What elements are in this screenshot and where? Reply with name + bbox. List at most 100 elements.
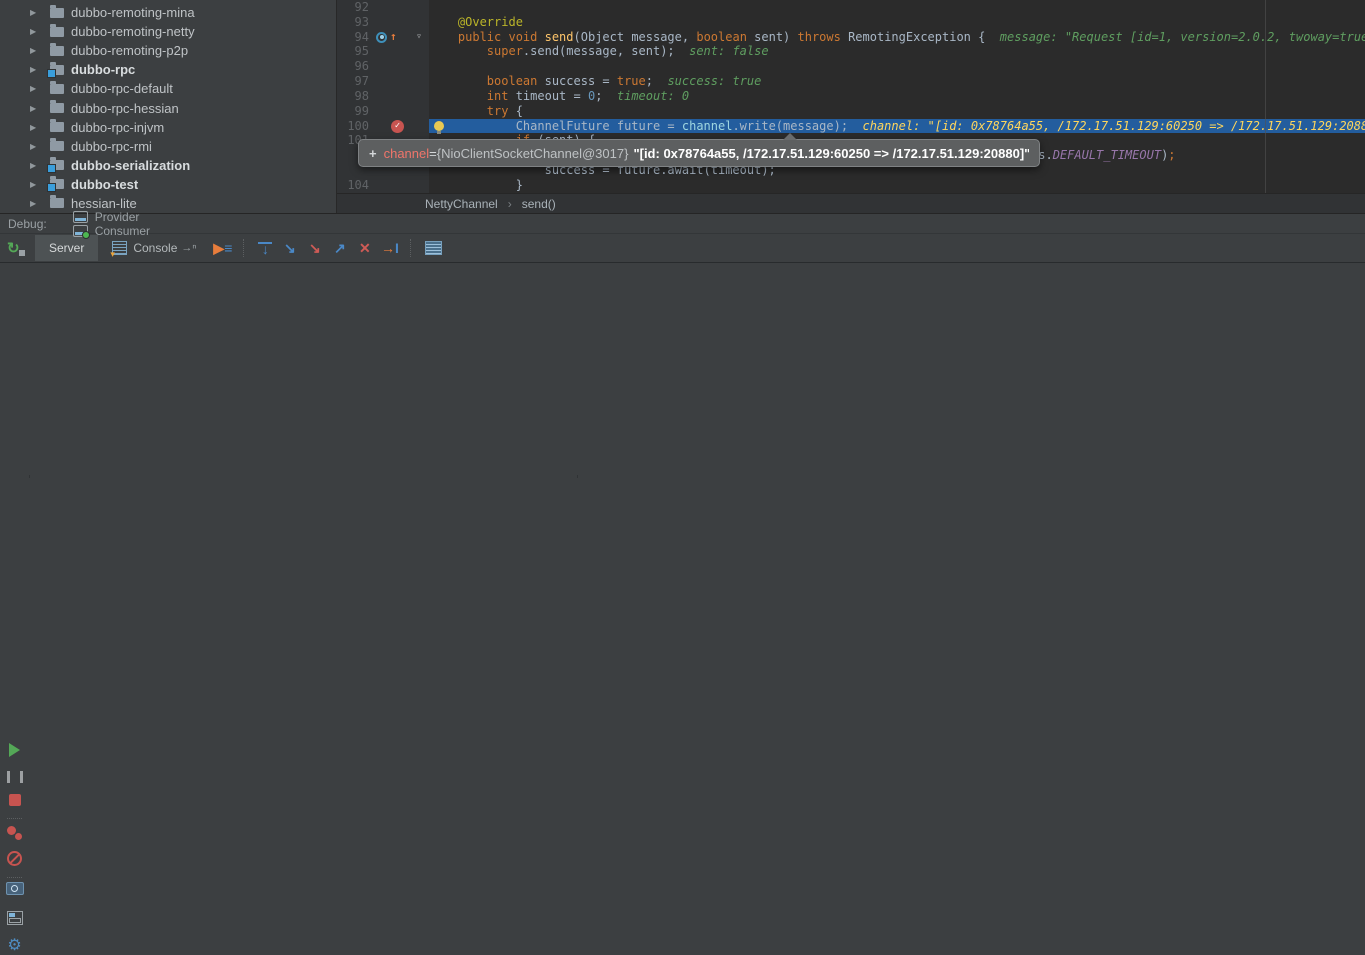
step-over-icon[interactable]: ↓ [258, 242, 272, 255]
module-folder-icon [50, 160, 64, 170]
module-badge [47, 69, 56, 78]
expand-plus-icon[interactable]: + [369, 146, 377, 161]
step-out-icon[interactable]: ↗ [327, 240, 352, 257]
view-breakpoints-icon[interactable] [0, 826, 29, 840]
restore-layout-icon[interactable] [0, 911, 29, 925]
chevron-right-icon[interactable]: ▶ [30, 65, 40, 74]
chevron-right-icon[interactable]: ▶ [30, 180, 40, 189]
mute-breakpoints-icon[interactable] [0, 851, 29, 866]
tab-server[interactable]: Server [35, 235, 98, 261]
tree-item-dubbo-rpc-default[interactable]: ▶dubbo-rpc-default [0, 79, 336, 98]
module-folder-icon [50, 65, 64, 75]
code-text: try { [429, 104, 1365, 119]
stop-icon[interactable] [0, 794, 29, 806]
force-step-into-icon[interactable]: ↘ [302, 240, 327, 257]
breakpoint-icon[interactable]: ✓ [391, 120, 404, 133]
chevron-right-icon[interactable]: ▶ [30, 161, 40, 170]
tree-item-label: dubbo-rpc-injvm [71, 120, 164, 135]
thread-dump-icon[interactable] [0, 882, 29, 895]
line-number: 100 [337, 119, 369, 134]
tree-item-dubbo-rpc-hessian[interactable]: ▶ dubbo-rpc-hessian [0, 98, 336, 117]
run-to-cursor-icon[interactable]: →I [377, 240, 402, 256]
running-badge [82, 231, 90, 239]
drop-frame-icon[interactable]: ✕ [352, 240, 377, 257]
tooltip-variable-name: channel [384, 146, 430, 161]
tooltip-equals: = [429, 146, 437, 161]
module-badge [47, 183, 56, 192]
editor-gutter: 97 [337, 74, 429, 89]
tree-item-label: dubbo-test [71, 177, 138, 192]
debugger-value-tooltip[interactable]: + channel = {NioClientSocketChannel@3017… [358, 139, 1040, 167]
evaluate-expression-icon[interactable] [425, 241, 442, 255]
editor-gutter: 104 [337, 178, 429, 193]
ide-window: { "project_tree": { "items": [ {"label":… [0, 0, 1365, 478]
chevron-right-icon[interactable]: ▶ [30, 27, 40, 36]
chevron-right-icon[interactable]: ▶ [30, 84, 40, 93]
fold-marker-icon[interactable]: ▿ [416, 30, 422, 45]
code-line-104[interactable]: 104 } [337, 178, 1365, 193]
session-tab-provider[interactable]: Provider [73, 210, 150, 224]
chevron-right-icon[interactable]: ▶ [30, 46, 40, 55]
code-line-96[interactable]: 96 [337, 59, 1365, 74]
tree-item-dubbo-remoting-p2p[interactable]: ▶ dubbo-remoting-p2p [0, 41, 336, 60]
editor-gutter: 95 [337, 44, 429, 59]
tree-item-label: dubbo-remoting-netty [71, 24, 195, 39]
tab-console[interactable]: Console →ⁿ [98, 235, 210, 261]
tree-item-dubbo-rpc-rmi[interactable]: ▶dubbo-rpc-rmi [0, 137, 336, 156]
chevron-right-icon[interactable]: ▶ [30, 8, 40, 17]
line-number: 93 [337, 15, 369, 30]
code-line-98[interactable]: 98 int timeout = 0; timeout: 0 [337, 89, 1365, 104]
breadcrumb: NettyChannel › send() [337, 193, 1365, 213]
folder-icon [50, 141, 64, 151]
settings-icon[interactable]: ⚙ [0, 935, 29, 955]
chevron-right-icon[interactable]: ▶ [30, 142, 40, 151]
debug-session-tabs: ProviderConsumer [47, 210, 150, 238]
code-text: public void send(Object message, boolean… [429, 30, 1365, 45]
tree-item-dubbo-remoting-netty[interactable]: ▶ dubbo-remoting-netty [0, 22, 336, 41]
pause-icon[interactable] [0, 771, 29, 783]
line-number: 104 [337, 178, 369, 193]
code-text: super.send(message, sent); sent: false [429, 44, 1365, 59]
resume-icon[interactable] [0, 743, 29, 757]
editor-gutter: 96 [337, 59, 429, 74]
code-line-97[interactable]: 97 boolean success = true; success: true [337, 74, 1365, 89]
separator [243, 239, 245, 257]
code-line-100[interactable]: 100✓ ChannelFuture future = channel.writ… [337, 119, 1365, 134]
tree-item-label: dubbo-rpc-hessian [71, 101, 179, 116]
code-line-95[interactable]: 95 super.send(message, sent); sent: fals… [337, 44, 1365, 59]
breadcrumb-class[interactable]: NettyChannel [425, 197, 498, 211]
tree-item-dubbo-test[interactable]: ▶ dubbo-test [0, 175, 336, 194]
chevron-right-icon[interactable]: ▶ [30, 123, 40, 132]
tree-item-dubbo-rpc-injvm[interactable]: ▶ dubbo-rpc-injvm [0, 118, 336, 137]
step-into-icon[interactable]: ↘ [277, 240, 302, 257]
editor-gutter: 92 [337, 0, 429, 15]
intention-bulb-icon[interactable] [434, 121, 444, 131]
tooltip-object-ref: {NioClientSocketChannel@3017} [437, 146, 629, 161]
line-number: 96 [337, 59, 369, 74]
tree-item-dubbo-rpc[interactable]: ▶dubbo-rpc [0, 60, 336, 79]
show-execution-point-icon[interactable]: ▶≡ [210, 240, 235, 257]
tree-item-dubbo-serialization[interactable]: ▶dubbo-serialization [0, 156, 336, 175]
chevron-right-icon[interactable]: ▶ [30, 199, 40, 208]
right-margin-guide [1265, 0, 1266, 193]
code-text: int timeout = 0; timeout: 0 [429, 89, 1365, 104]
module-folder-icon [50, 179, 64, 189]
tree-item-label: dubbo-remoting-p2p [71, 43, 188, 58]
code-line-92[interactable]: 92 [337, 0, 1365, 15]
code-text [429, 0, 1365, 15]
tree-item-dubbo-remoting-mina[interactable]: ▶dubbo-remoting-mina [0, 3, 336, 22]
scroll-to-end-icon[interactable]: →ⁿ [181, 242, 196, 254]
code-text [429, 59, 1365, 74]
stepper-buttons: ▶≡↓↘↘↗✕→I [210, 239, 447, 257]
breadcrumb-separator: › [508, 197, 512, 211]
code-line-99[interactable]: 99 try { [337, 104, 1365, 119]
code-text: @Override [429, 15, 1365, 30]
breadcrumb-method[interactable]: send() [522, 197, 556, 211]
editor-gutter: 93 [337, 15, 429, 30]
code-line-93[interactable]: 93 @Override [337, 15, 1365, 30]
debug-tool-window: Debug: ProviderConsumer ↻ Server Console… [0, 213, 1365, 478]
code-editor[interactable]: 9293 @Override94↑▿ public void send(Obje… [337, 0, 1365, 193]
rerun-icon[interactable]: ↻ [7, 239, 27, 257]
chevron-right-icon[interactable]: ▶ [30, 104, 40, 113]
code-line-94[interactable]: 94↑▿ public void send(Object message, bo… [337, 30, 1365, 45]
